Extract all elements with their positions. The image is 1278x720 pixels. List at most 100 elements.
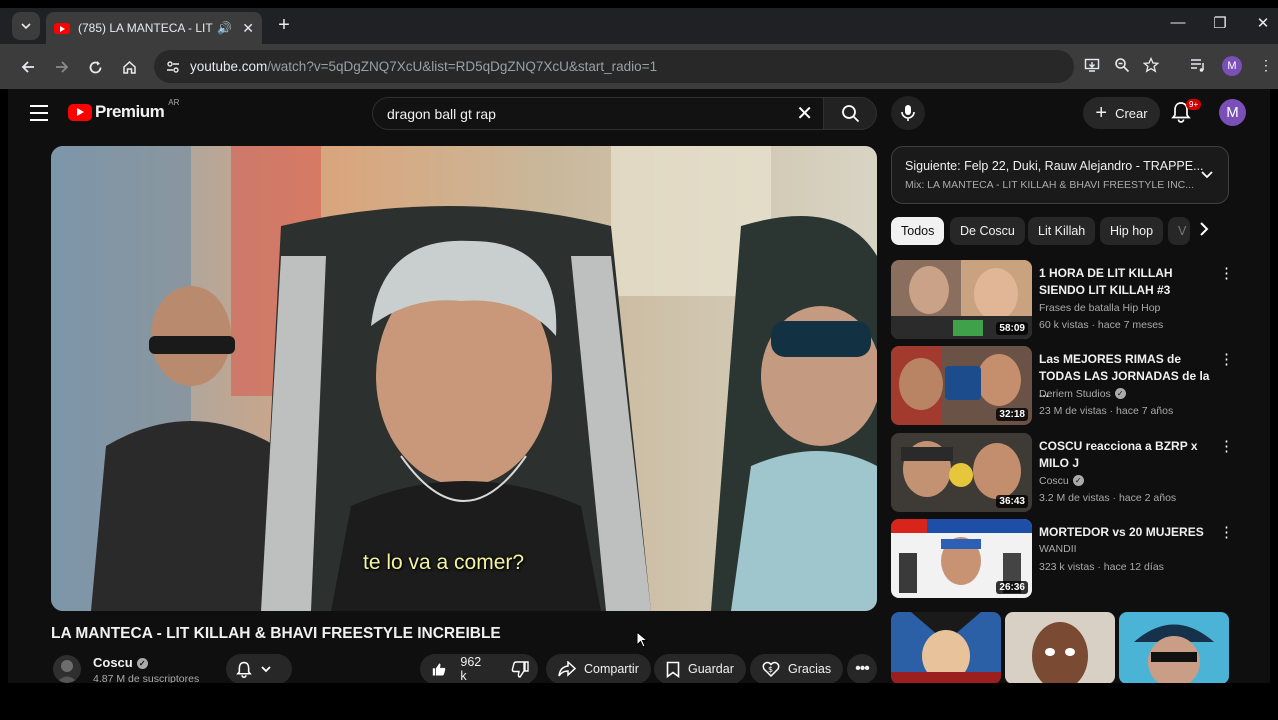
address-bar[interactable]: youtube.com/watch?v=5qDgZNQ7XcU&list=RD5… — [154, 50, 1074, 83]
recommendation-title: COSCU reacciona a BZRP x MILO J — [1039, 439, 1198, 470]
more-vert-icon[interactable]: ⋮ — [1219, 523, 1234, 541]
video-player[interactable]: te lo va a comer? — [51, 146, 877, 611]
recommendation-channel: Coscu ✓ — [1039, 475, 1084, 487]
url-host: youtube.com — [190, 59, 268, 74]
mouse-cursor-icon — [636, 631, 648, 648]
bookmark-star-icon[interactable] — [1141, 56, 1161, 77]
share-button[interactable]: Compartir — [546, 654, 651, 683]
chip-todos[interactable]: Todos — [891, 217, 945, 245]
shelf-thumbnail[interactable] — [1005, 612, 1115, 683]
back-button[interactable] — [15, 54, 41, 80]
logo-wordmark: Premium — [95, 102, 165, 121]
subscribed-notifications-button[interactable] — [226, 654, 292, 683]
close-tab-icon[interactable]: ✕ — [242, 20, 254, 37]
video-thumbnail[interactable]: 36:43 — [891, 433, 1032, 512]
voice-search-button[interactable] — [891, 96, 925, 130]
recommendation-item[interactable]: 36:43 COSCU reacciona a BZRP x MILO J Co… — [891, 433, 1234, 513]
video-duration: 32:18 — [996, 408, 1028, 421]
dislike-button[interactable] — [511, 660, 529, 678]
channel-name-text: Coscu — [93, 655, 133, 670]
home-icon — [122, 60, 136, 74]
svg-text:$: $ — [768, 665, 773, 674]
account-avatar[interactable]: M — [1219, 99, 1246, 126]
speaker-icon[interactable]: 🔊 — [217, 21, 232, 35]
youtube-page: Premium AR dragon ball gt rap ✕ + Crear … — [8, 89, 1270, 683]
close-window-button[interactable]: ✕ — [1248, 14, 1278, 32]
shelf-thumbnail[interactable] — [1119, 612, 1229, 683]
save-label: Guardar — [688, 662, 734, 676]
forward-button[interactable] — [49, 54, 75, 80]
reload-button[interactable] — [82, 54, 108, 80]
super-thanks-icon: $ — [762, 661, 780, 678]
recommendation-channel: WANDII — [1039, 543, 1077, 555]
video-thumbnail[interactable]: 32:18 — [891, 346, 1032, 425]
video-duration: 26:36 — [996, 581, 1028, 594]
chip-lit-killah[interactable]: Lit Killah — [1028, 217, 1096, 245]
tab-search-button[interactable] — [12, 12, 40, 40]
share-label: Compartir — [584, 662, 639, 676]
search-input[interactable]: dragon ball gt rap ✕ — [372, 97, 827, 130]
arrow-right-icon — [56, 61, 69, 73]
more-vert-icon[interactable]: ⋮ — [1219, 350, 1234, 368]
microphone-icon — [901, 105, 915, 121]
recommendation-meta: 23 M de vistas · hace 7 años — [1039, 405, 1174, 417]
site-settings-icon[interactable] — [166, 60, 180, 74]
bookmark-icon — [666, 661, 680, 678]
media-controls-icon[interactable] — [1188, 57, 1208, 77]
recommendation-item[interactable]: 26:36 MORTEDOR vs 20 MUJERES WANDII 323 … — [891, 519, 1234, 599]
video-thumbnail[interactable]: 58:09 — [891, 260, 1032, 339]
recommendation-title: 1 HORA DE LIT KILLAH SIENDO LIT KILLAH #… — [1039, 266, 1173, 297]
chip-partial[interactable]: V — [1168, 217, 1190, 245]
recommendation-channel: Deriem Studios ✓ — [1039, 388, 1126, 400]
tab-title: (785) LA MANTECA - LIT KIL — [78, 21, 213, 35]
more-dots-icon: ••• — [855, 660, 870, 677]
save-button[interactable]: Guardar — [654, 654, 746, 683]
new-tab-button[interactable]: + — [272, 14, 296, 38]
more-vert-icon[interactable]: ⋮ — [1219, 264, 1234, 282]
chip-de-coscu[interactable]: De Coscu — [950, 217, 1025, 245]
channel-name[interactable]: Coscu ✓ — [93, 655, 148, 670]
video-thumbnail[interactable]: 26:36 — [891, 519, 1032, 598]
clear-search-icon[interactable]: ✕ — [796, 101, 813, 126]
chevron-right-icon[interactable] — [1198, 220, 1210, 241]
bell-icon — [236, 661, 252, 678]
channel-text: Coscu — [1039, 475, 1069, 487]
restore-button[interactable]: ❐ — [1205, 14, 1235, 32]
chip-hip-hop[interactable]: Hip hop — [1100, 217, 1164, 245]
recommendation-item[interactable]: 32:18 Las MEJORES RIMAS de TODAS LAS JOR… — [891, 346, 1234, 426]
verified-check-icon: ✓ — [1114, 388, 1126, 399]
up-next-panel[interactable]: Siguiente: Felp 22, Duki, Rauw Alejandro… — [891, 146, 1229, 204]
browser-profile-avatar[interactable]: M — [1222, 56, 1242, 76]
thanks-button[interactable]: $ Gracias — [750, 654, 844, 683]
install-app-icon[interactable] — [1082, 57, 1102, 77]
channel-avatar[interactable] — [53, 655, 81, 683]
more-vert-icon[interactable]: ⋮ — [1219, 437, 1234, 455]
hamburger-menu-icon[interactable] — [30, 105, 48, 126]
reload-icon — [89, 60, 101, 73]
video-title: LA MANTECA - LIT KILLAH & BHAVI FREESTYL… — [51, 625, 501, 642]
home-button[interactable] — [116, 54, 142, 80]
minimize-button[interactable]: — — [1163, 14, 1193, 31]
like-count: 962 k — [460, 655, 482, 683]
more-actions-button[interactable]: ••• — [847, 654, 877, 683]
chevron-down-icon[interactable] — [1200, 167, 1214, 181]
recommendation-meta: 323 k vistas · hace 12 días — [1039, 561, 1164, 573]
shelf-thumbnail[interactable] — [891, 612, 1001, 683]
subscriber-count: 4.87 M de suscriptores — [93, 673, 200, 683]
video-duration: 36:43 — [996, 495, 1028, 508]
like-dislike-group: 962 k — [420, 654, 538, 683]
video-frame-image — [51, 146, 877, 611]
recommendation-meta: 60 k vistas · hace 7 meses — [1039, 319, 1164, 331]
share-arrow-icon — [558, 661, 576, 677]
create-button[interactable]: + Crear — [1083, 97, 1160, 129]
browser-menu-icon[interactable]: ⋮ — [1256, 57, 1276, 77]
zoom-icon[interactable] — [1112, 57, 1132, 77]
recommendation-item[interactable]: 58:09 1 HORA DE LIT KILLAH SIENDO LIT KI… — [891, 260, 1234, 340]
verified-check-icon: ✓ — [1072, 475, 1084, 486]
like-button[interactable]: 962 k — [432, 655, 485, 683]
search-button[interactable] — [823, 97, 877, 130]
browser-tab-strip: (785) LA MANTECA - LIT KIL 🔊 ✕ + — ❐ ✕ — [0, 8, 1278, 44]
browser-toolbar: youtube.com/watch?v=5qDgZNQ7XcU&list=RD5… — [0, 44, 1278, 89]
browser-tab-active[interactable]: (785) LA MANTECA - LIT KIL 🔊 ✕ — [46, 12, 262, 44]
youtube-logo[interactable]: Premium AR — [68, 98, 179, 122]
